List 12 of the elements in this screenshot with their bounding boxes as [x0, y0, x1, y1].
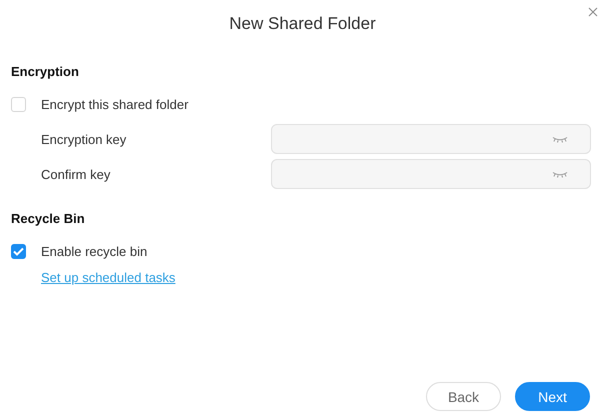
field-label: Confirm key — [41, 166, 110, 182]
close-icon[interactable] — [588, 5, 598, 15]
field-label: Encryption key — [41, 132, 126, 146]
checkbox[interactable] — [11, 244, 26, 259]
section-heading: Encryption — [11, 64, 80, 79]
scheduled-tasks-link[interactable]: Set up scheduled tasks — [41, 270, 176, 285]
next-button[interactable]: Next — [515, 382, 590, 411]
section-heading: Recycle Bin — [11, 211, 86, 226]
checkbox-label: Encrypt this shared folder — [41, 97, 188, 112]
back-button[interactable]: Back — [426, 382, 501, 411]
checkbox-label: Enable recycle bin — [41, 244, 148, 259]
dialog-title: New Shared Folder — [229, 14, 376, 33]
